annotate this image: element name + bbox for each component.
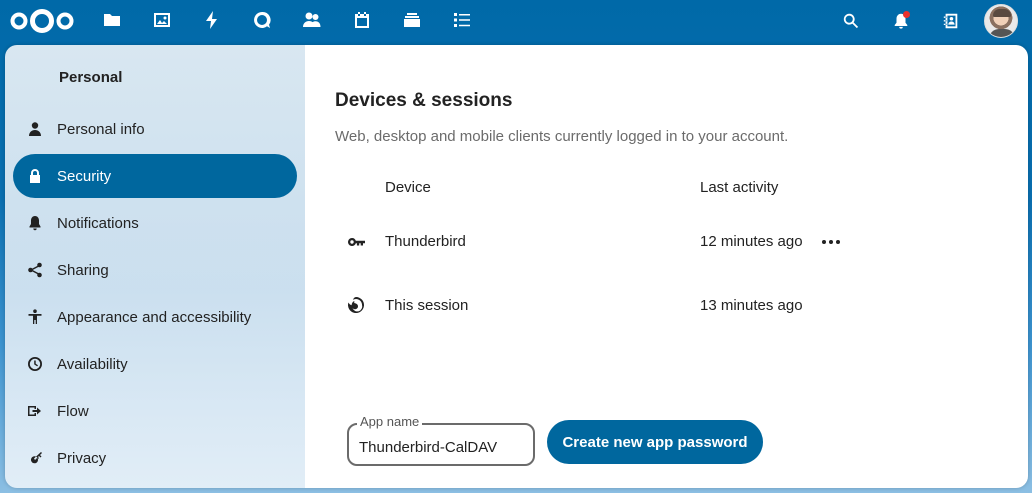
- photos-icon[interactable]: [150, 8, 174, 32]
- share-icon: [27, 262, 43, 278]
- nextcloud-logo-icon[interactable]: [10, 8, 74, 34]
- contacts-icon[interactable]: [300, 8, 324, 32]
- deck-icon[interactable]: [400, 8, 424, 32]
- sidebar-item-availability[interactable]: Availability: [13, 342, 297, 386]
- user-avatar[interactable]: [984, 4, 1018, 38]
- session-actions-button[interactable]: [817, 231, 845, 253]
- column-header-last-activity: Last activity: [700, 179, 779, 196]
- accessibility-icon: [27, 309, 43, 325]
- sidebar-item-label: Flow: [57, 402, 89, 420]
- session-device: This session: [385, 297, 469, 314]
- app-name-field[interactable]: App name: [347, 414, 535, 466]
- person-icon: [27, 121, 43, 137]
- more-dot: [822, 240, 826, 244]
- talk-icon[interactable]: [250, 8, 274, 32]
- more-dot: [836, 240, 840, 244]
- lock-icon: [27, 168, 43, 184]
- session-last-activity: 13 minutes ago: [700, 297, 803, 314]
- bell-icon: [27, 215, 43, 231]
- sidebar-item-personal-info[interactable]: Personal info: [13, 107, 297, 151]
- search-icon[interactable]: [838, 8, 864, 34]
- sidebar-item-label: Personal info: [57, 120, 145, 138]
- sidebar-caption: Personal: [59, 69, 123, 86]
- sidebar-item-label: Security: [57, 167, 112, 185]
- app-name-input[interactable]: [359, 439, 527, 456]
- sidebar-item-label: Sharing: [57, 261, 109, 279]
- sidebar-item-appearance[interactable]: Appearance and accessibility: [13, 295, 297, 339]
- notification-dot: [903, 11, 910, 18]
- sidebar-item-security[interactable]: Security: [13, 154, 297, 198]
- flow-icon: [27, 403, 43, 419]
- create-app-password-button[interactable]: Create new app password: [547, 420, 763, 464]
- sidebar-item-label: Privacy: [57, 449, 107, 467]
- sidebar-item-label: Availability: [57, 355, 128, 373]
- session-last-activity: 12 minutes ago: [700, 233, 803, 250]
- settings-container: Personal Personal info Security Notifica…: [5, 45, 1028, 488]
- contacts-menu-icon[interactable]: [938, 8, 964, 34]
- page-title: Devices & sessions: [335, 90, 513, 111]
- calendar-icon[interactable]: [350, 8, 374, 32]
- sidebar-item-label: Notifications: [57, 214, 139, 232]
- activity-icon[interactable]: [200, 8, 224, 32]
- avatar-shirt: [989, 29, 1015, 37]
- key-icon: [345, 231, 367, 253]
- tasks-icon[interactable]: [450, 8, 474, 32]
- files-icon[interactable]: [100, 8, 124, 32]
- column-header-device: Device: [385, 179, 431, 196]
- firefox-icon: [345, 294, 367, 316]
- app-name-label: App name: [357, 414, 423, 429]
- settings-sidebar: Personal Personal info Security Notifica…: [5, 45, 305, 488]
- sidebar-item-privacy[interactable]: Privacy: [13, 436, 297, 480]
- sidebar-item-sharing[interactable]: Sharing: [13, 248, 297, 292]
- key-icon: [27, 450, 43, 466]
- section-description: Web, desktop and mobile clients currentl…: [335, 128, 789, 145]
- more-dot: [829, 240, 833, 244]
- sidebar-item-label: Appearance and accessibility: [57, 308, 252, 326]
- sidebar-item-notifications[interactable]: Notifications: [13, 201, 297, 245]
- sidebar-item-flow[interactable]: Flow: [13, 389, 297, 433]
- avatar-hair: [993, 9, 1011, 17]
- notifications-icon[interactable]: [888, 8, 914, 34]
- top-header: [0, 0, 1032, 45]
- main-panel: Devices & sessions Web, desktop and mobi…: [305, 45, 1028, 488]
- clock-icon: [27, 356, 43, 372]
- session-device: Thunderbird: [385, 233, 466, 250]
